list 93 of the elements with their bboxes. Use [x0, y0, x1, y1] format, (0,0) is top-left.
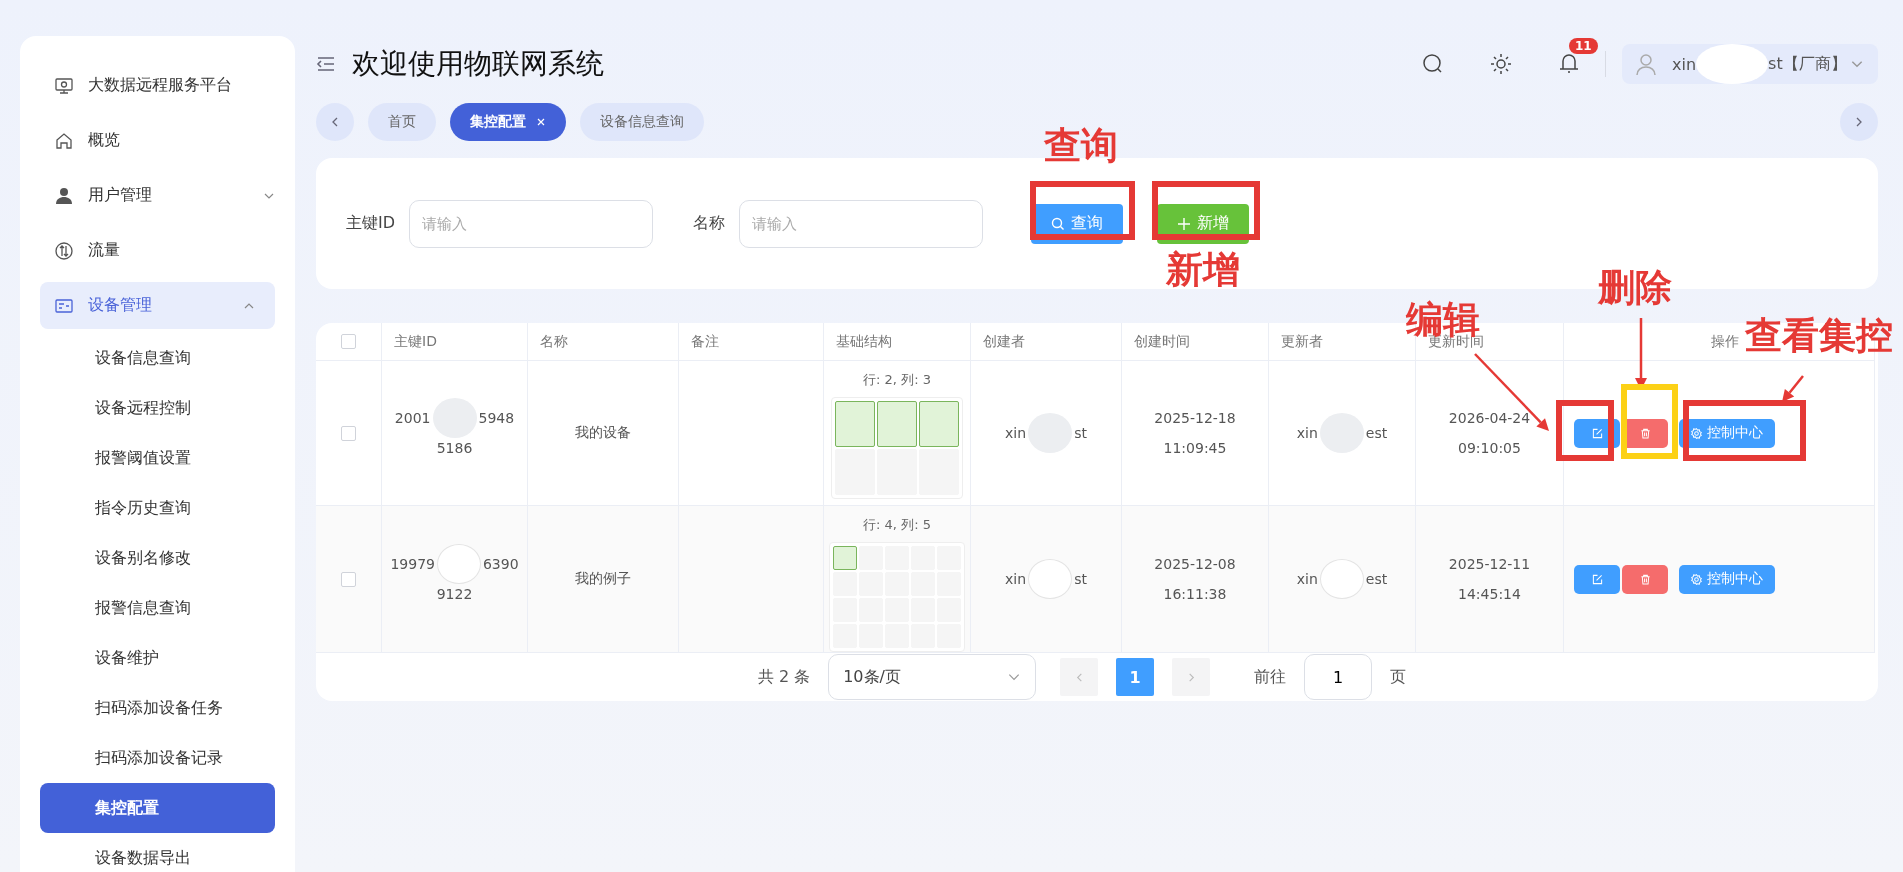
sidebar-item[interactable]: 设备管理: [40, 282, 275, 329]
sidebar-item[interactable]: 设备信息查询: [20, 333, 295, 383]
user-icon: [1634, 52, 1658, 76]
table-cell: 9122: [436, 586, 473, 602]
table-cell: st: [1074, 571, 1087, 587]
trash-icon: [1639, 427, 1651, 439]
annotation-label: 查看集控: [1745, 316, 1893, 357]
sidebar-item[interactable]: 设备别名修改: [20, 533, 295, 583]
page-title: 欢迎使用物联网系统: [352, 46, 604, 82]
input-field[interactable]: 请输入: [739, 199, 984, 248]
table-cell: 2025-12-08: [1154, 556, 1236, 572]
redaction-mark: [1028, 559, 1073, 599]
sun-icon[interactable]: [1489, 52, 1513, 76]
checkbox[interactable]: [341, 334, 356, 349]
table-cell: 2001: [394, 410, 431, 426]
table-cell: xin: [1005, 425, 1027, 441]
column-header: 创建者: [971, 323, 1122, 361]
table-cell: 我的设备: [575, 424, 631, 442]
redaction-mark: [1319, 559, 1364, 599]
annotation-label: 查询: [1044, 126, 1118, 167]
annotation-arrow: [1782, 375, 1804, 402]
user-icon: [54, 185, 74, 206]
table-cell: 5948: [478, 410, 515, 426]
checkbox[interactable]: [341, 425, 356, 441]
monitor-icon: [54, 75, 74, 96]
sidebar-item[interactable]: 设备数据导出: [20, 833, 295, 872]
gear-icon: [1691, 573, 1702, 585]
table-cell: 09:10:05: [1458, 440, 1521, 456]
user-name: st【厂商】: [1768, 53, 1847, 75]
annotation-label: 删除: [1598, 268, 1672, 309]
checkbox[interactable]: [341, 571, 356, 587]
table-cell: 5186: [436, 440, 473, 456]
sidebar-item[interactable]: 设备远程控制: [20, 383, 295, 433]
edit-icon: [1591, 427, 1603, 439]
redaction-mark: [436, 544, 481, 584]
table-cell: est: [1365, 425, 1388, 441]
search-icon: [1051, 216, 1066, 231]
table-cell: 2025-12-18: [1154, 410, 1236, 426]
page-input[interactable]: 1: [1304, 654, 1373, 700]
menu-icon[interactable]: [316, 56, 336, 72]
sidebar-item[interactable]: 流量: [20, 223, 295, 278]
gear-icon: [1691, 427, 1702, 439]
total-count: 共 2 条: [757, 666, 811, 688]
table-cell: 6390: [482, 556, 519, 572]
user-name: xin: [1672, 54, 1697, 74]
sidebar-item[interactable]: 集控配置: [40, 783, 275, 833]
structure-label: 行: 2, 列: 3: [863, 371, 931, 389]
sidebar-item[interactable]: 报警信息查询: [20, 583, 295, 633]
column-header: 创建时间: [1122, 323, 1269, 361]
field-label: 名称: [693, 213, 726, 234]
tab[interactable]: 集控配置: [450, 103, 566, 141]
sidebar-item[interactable]: 设备维护: [20, 633, 295, 683]
plus-icon: [1177, 216, 1192, 231]
table-cell: est: [1365, 571, 1388, 587]
page-size-select[interactable]: 10条/页: [828, 654, 1037, 700]
column-header: 基础结构: [824, 323, 971, 361]
sidebar-item[interactable]: 大数据远程服务平台: [20, 58, 295, 113]
table-cell: 14:45:14: [1458, 586, 1521, 602]
sidebar-item[interactable]: 扫码添加设备任务: [20, 683, 295, 733]
annotation-label: 新增: [1166, 250, 1240, 291]
table-cell: xin: [1005, 571, 1027, 587]
table-cell: 11:09:45: [1163, 440, 1227, 456]
notification-badge: 11: [1569, 38, 1598, 54]
structure-label: 行: 4, 列: 5: [863, 516, 931, 534]
table-cell: 16:11:38: [1163, 586, 1227, 602]
sidebar-item[interactable]: 用户管理: [20, 168, 295, 223]
table-cell: 19979: [390, 556, 435, 572]
column-header: 名称: [528, 323, 679, 361]
delete-button[interactable]: [1622, 564, 1668, 594]
flow-icon: [54, 240, 74, 261]
goto-label: 前往: [1254, 666, 1287, 688]
field-label: 主键ID: [346, 213, 396, 234]
close-icon[interactable]: [536, 117, 546, 127]
edit-button[interactable]: [1574, 564, 1620, 594]
table-cell: 2025-12-11: [1448, 556, 1531, 572]
input-field[interactable]: 请输入: [409, 199, 654, 248]
table-cell: xin: [1296, 571, 1318, 587]
column-header: 备注: [679, 323, 824, 361]
sidebar-item[interactable]: 报警阈值设置: [20, 433, 295, 483]
edit-icon: [1591, 573, 1603, 585]
table-cell: 我的例子: [575, 570, 631, 588]
page-unit: 页: [1390, 666, 1407, 688]
tab[interactable]: 首页: [368, 103, 436, 141]
tab[interactable]: 设备信息查询: [580, 103, 704, 141]
table-cell: 2026-04-24: [1448, 410, 1531, 426]
sidebar-item[interactable]: 指令历史查询: [20, 483, 295, 533]
column-header: 主键ID: [382, 323, 528, 361]
trash-icon: [1639, 573, 1651, 585]
table-cell: xin: [1296, 425, 1318, 441]
user-menu[interactable]: xin st【厂商】: [1622, 44, 1878, 84]
sidebar-item[interactable]: 概览: [20, 113, 295, 168]
table-cell: st: [1074, 425, 1087, 441]
sidebar-item[interactable]: 扫码添加设备记录: [20, 733, 295, 783]
